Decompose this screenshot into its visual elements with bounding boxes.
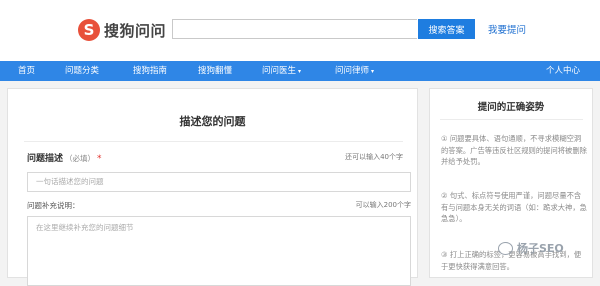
ask-question-panel: 描述您的问题 问题描述 （必填） * 还可以输入40个字 一句话描述您的问题 问题补… bbox=[7, 88, 418, 286]
nav-item-categories[interactable]: 问题分类 bbox=[65, 61, 99, 81]
wechat-icon bbox=[498, 241, 513, 255]
nav-item-home[interactable]: 首页 bbox=[18, 61, 35, 81]
nav-label: 问问律师 bbox=[335, 66, 370, 76]
required-note: （必填） bbox=[65, 154, 96, 163]
nav-label: 搜狗翻懂 bbox=[198, 66, 233, 76]
supplement-label: 问题补充说明： bbox=[27, 201, 80, 210]
supplement-char-hint: 可以输入200个字 bbox=[355, 201, 411, 209]
chevron-down-icon: ▾ bbox=[298, 68, 302, 75]
main-nav: 首页 问题分类 搜狗指南 搜狗翻懂 问问医生 ▾ 问问律师 ▾ 个人中心 bbox=[0, 61, 600, 81]
watermark-text: 杨子SEO bbox=[517, 242, 564, 255]
supplement-label-row: 问题补充说明： 可以输入200个字 bbox=[27, 200, 411, 212]
sidebar-title: 提问的正确姿势 bbox=[477, 102, 545, 113]
search-button[interactable]: 搜索答案 bbox=[418, 19, 475, 39]
tip-item: ② 句式、标点符号使用严谨，问题尽量不含有与问题本身无关的词语（如：跪求大神，急… bbox=[441, 191, 587, 223]
page-title: 描述您的问题 bbox=[179, 115, 246, 128]
nav-label: 问题分类 bbox=[65, 66, 100, 76]
logo-text: 搜狗问问 bbox=[104, 21, 167, 40]
nav-item-lawyer[interactable]: 问问律师 ▾ bbox=[335, 61, 374, 81]
tip-item: ① 问题要具体、语句通顺，不寻求模糊空洞的答案。广告等违反社区规则的提问将被删除… bbox=[441, 134, 587, 166]
sogou-logo-icon: S bbox=[78, 19, 100, 41]
nav-item-guide[interactable]: 搜狗指南 bbox=[133, 61, 167, 81]
nav-label: 个人中心 bbox=[546, 66, 581, 76]
required-star: * bbox=[97, 154, 102, 164]
divider bbox=[440, 119, 583, 120]
nav-label: 首页 bbox=[18, 66, 36, 76]
search-input[interactable] bbox=[172, 19, 417, 39]
ask-question-link[interactable]: 我要提问 bbox=[488, 22, 526, 36]
nav-item-profile[interactable]: 个人中心 bbox=[546, 61, 580, 81]
question-label-row: 问题描述 （必填） * 还可以输入40个字 bbox=[27, 151, 403, 165]
nav-label: 搜狗指南 bbox=[133, 66, 168, 76]
divider bbox=[24, 141, 403, 142]
question-char-hint: 还可以输入40个字 bbox=[345, 153, 403, 161]
chevron-down-icon: ▾ bbox=[371, 68, 375, 75]
sogou-wenwen-logo[interactable]: S 搜狗问问 bbox=[78, 17, 166, 43]
watermark: 杨子SEO bbox=[498, 238, 564, 258]
nav-item-translate[interactable]: 搜狗翻懂 bbox=[198, 61, 232, 81]
nav-item-doctor[interactable]: 问问医生 ▾ bbox=[262, 61, 301, 81]
site-header: S 搜狗问问 搜索答案 我要提问 bbox=[0, 0, 600, 61]
supplement-textarea[interactable]: 在这里继续补充您的问题细节 bbox=[27, 216, 411, 286]
question-label: 问题描述 bbox=[27, 154, 64, 164]
question-input[interactable]: 一句话描述您的问题 bbox=[27, 172, 411, 192]
nav-label: 问问医生 bbox=[262, 66, 297, 76]
